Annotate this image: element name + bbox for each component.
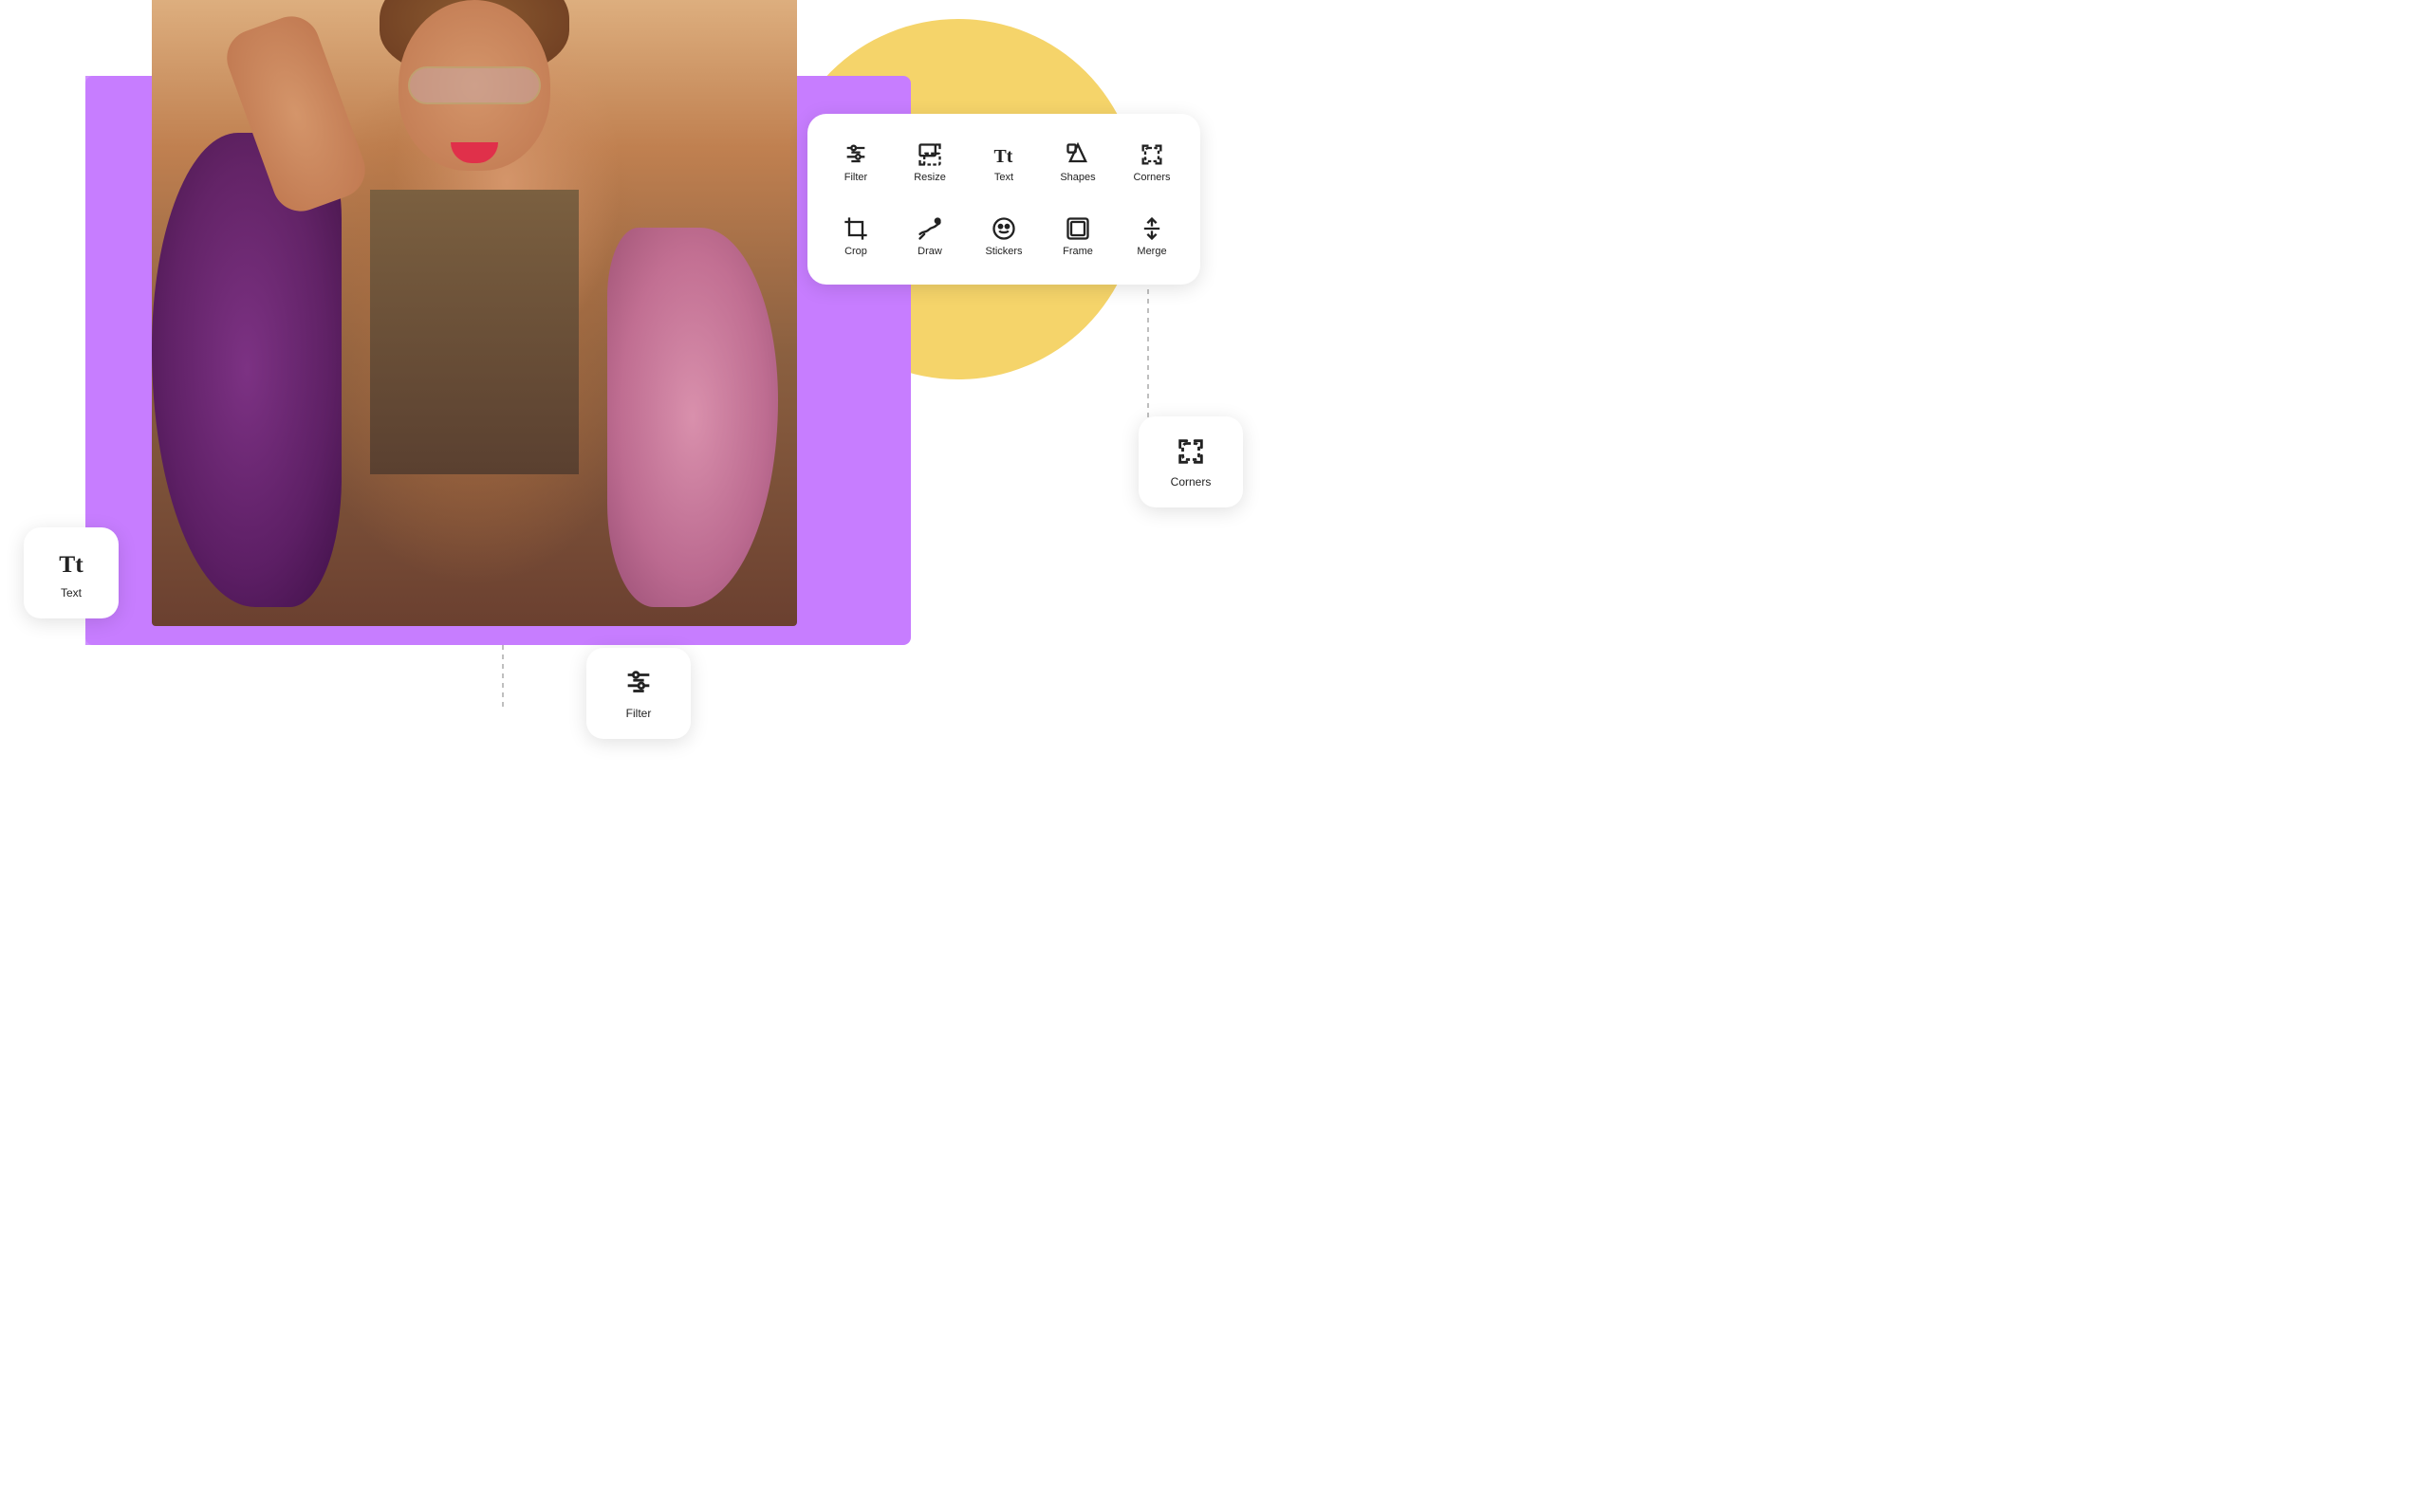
text-icon: Tt [55, 546, 87, 579]
tool-filter-label: Filter [844, 172, 867, 183]
filter-card-label: Filter [626, 707, 652, 720]
text-card[interactable]: Tt Text [24, 527, 119, 618]
text-card-label: Text [61, 586, 82, 599]
merge-icon [1139, 215, 1165, 242]
tool-stickers-label: Stickers [985, 246, 1022, 257]
tool-crop[interactable]: Crop [823, 203, 889, 269]
tool-text[interactable]: Tt Text [971, 129, 1037, 195]
coat-right [607, 228, 778, 607]
filter-icon-large [622, 667, 655, 699]
tool-resize-label: Resize [914, 172, 946, 183]
stickers-icon [991, 215, 1017, 242]
tool-text-label: Text [994, 172, 1013, 183]
tool-panel: Filter Resize Tt Text Shapes [807, 114, 1200, 285]
filter-card[interactable]: Filter [586, 648, 691, 739]
photo-container [152, 0, 797, 626]
tool-crop-label: Crop [844, 246, 867, 257]
text-tool-icon: Tt [991, 141, 1017, 168]
draw-icon [917, 215, 943, 242]
tool-draw-label: Draw [918, 246, 942, 257]
tool-corners-label: Corners [1133, 172, 1170, 183]
tool-merge-label: Merge [1137, 246, 1166, 257]
tool-frame[interactable]: Frame [1045, 203, 1111, 269]
corners-icon-large [1175, 435, 1207, 468]
tool-merge[interactable]: Merge [1119, 203, 1185, 269]
svg-text:Tt: Tt [59, 550, 83, 578]
corners-icon [1139, 141, 1165, 168]
shapes-icon [1065, 141, 1091, 168]
filter-icon [843, 141, 869, 168]
frame-icon [1065, 215, 1091, 242]
corners-card-label: Corners [1171, 475, 1212, 489]
tool-stickers[interactable]: Stickers [971, 203, 1037, 269]
tool-corners[interactable]: Corners [1119, 129, 1185, 195]
crop-icon [843, 215, 869, 242]
main-scene: Edit [0, 0, 1214, 756]
tool-draw[interactable]: Draw [897, 203, 963, 269]
svg-text:Tt: Tt [994, 146, 1013, 167]
tool-filter[interactable]: Filter [823, 129, 889, 195]
tool-resize[interactable]: Resize [897, 129, 963, 195]
resize-icon [917, 141, 943, 168]
tool-frame-label: Frame [1063, 246, 1093, 257]
corners-card[interactable]: Corners [1139, 416, 1243, 507]
tool-shapes[interactable]: Shapes [1045, 129, 1111, 195]
tool-shapes-label: Shapes [1060, 172, 1095, 183]
photo-simulation [152, 0, 797, 626]
